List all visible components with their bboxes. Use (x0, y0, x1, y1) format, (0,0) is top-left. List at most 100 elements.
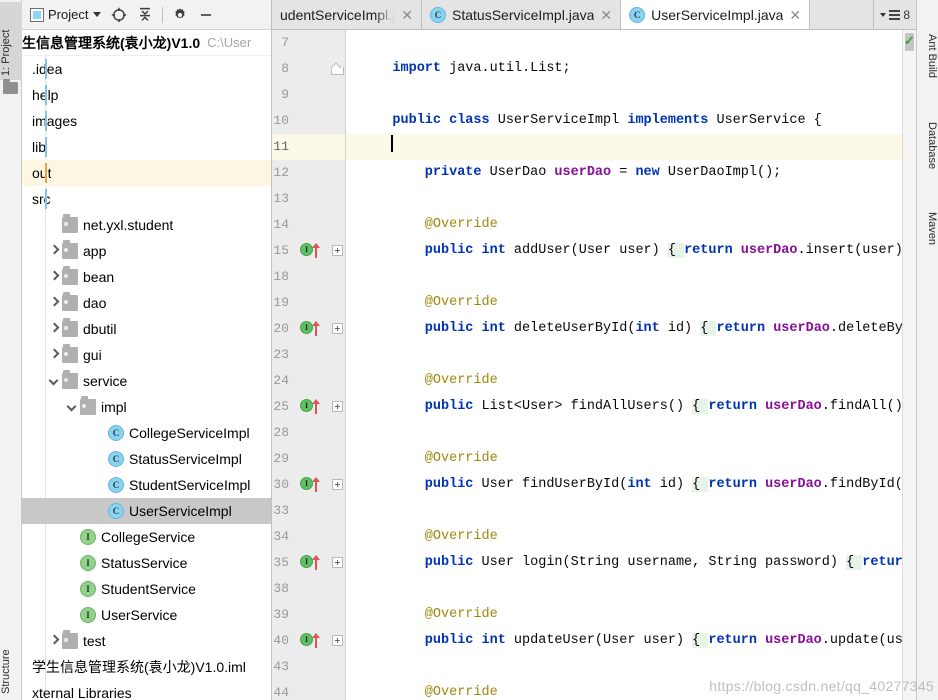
editor-tab-statusserviceimpl[interactable]: C StatusServiceImpl.java ✕ (422, 0, 622, 29)
tree-item-src[interactable]: src (22, 186, 271, 212)
gutter-row[interactable]: 7 (272, 30, 345, 56)
chevron-right-icon[interactable] (48, 270, 62, 284)
tree-item-idea[interactable]: .idea (22, 56, 271, 82)
gutter-row[interactable]: 19 (272, 290, 345, 316)
editor-gutter[interactable]: 7 8 9 10 11 12 13 14 15 I 18 19 20 I 23 24 25 I 28 29 30 I 33 3… (272, 30, 346, 700)
code-line[interactable] (346, 82, 902, 108)
code-line[interactable]: public int addUser(User user) { return u… (346, 238, 902, 264)
code-line[interactable]: @Override (346, 290, 902, 316)
chevron-down-icon[interactable] (48, 374, 62, 388)
code-line[interactable]: public List<User> findAllUsers() { retur… (346, 394, 902, 420)
tool-tab-structure[interactable]: Structure (0, 628, 22, 698)
gutter-row[interactable]: 28 (272, 420, 345, 446)
tree-item-statusservice[interactable]: I StatusService (22, 550, 271, 576)
gutter-row[interactable]: 14 (272, 212, 345, 238)
gutter-row[interactable]: 25 I (272, 394, 345, 420)
code-line[interactable] (346, 420, 902, 446)
gutter-row[interactable]: 35 I (272, 550, 345, 576)
tree-item-dao[interactable]: dao (22, 290, 271, 316)
tool-tab-maven[interactable]: Maven (916, 208, 938, 249)
fold-expand-icon[interactable] (332, 401, 343, 412)
tree-item-studentservice[interactable]: I StudentService (22, 576, 271, 602)
inspection-ok-icon[interactable]: ✓ (904, 34, 916, 47)
gutter-row[interactable]: 12 (272, 160, 345, 186)
override-arrow-icon[interactable] (312, 475, 321, 492)
code-line[interactable]: private UserDao userDao = new UserDaoImp… (346, 160, 902, 186)
tree-item-v1-0-iml[interactable]: 学生信息管理系统(袁小龙)V1.0.iml (22, 654, 271, 680)
code-line[interactable] (346, 654, 902, 680)
editor-tab-udentserviceimpl[interactable]: udentServiceImpl.java ✕ (272, 0, 422, 29)
gutter-row[interactable]: 24 (272, 368, 345, 394)
tree-item-collegeservice[interactable]: I CollegeService (22, 524, 271, 550)
tree-item-dbutil[interactable]: dbutil (22, 316, 271, 342)
code-area[interactable]: import java.util.List; public class UserS… (346, 30, 902, 700)
gutter-row[interactable]: 29 (272, 446, 345, 472)
gutter-row[interactable]: 10 (272, 108, 345, 134)
gutter-row[interactable]: 9 (272, 82, 345, 108)
override-arrow-icon[interactable] (312, 241, 321, 258)
project-view-selector[interactable]: Project (26, 5, 105, 24)
close-icon[interactable]: ✕ (600, 8, 612, 22)
code-line[interactable] (346, 264, 902, 290)
fold-expand-icon[interactable] (332, 245, 343, 256)
chevron-right-icon[interactable] (48, 244, 62, 258)
editor-marker-rail[interactable]: ✓ (902, 30, 916, 700)
code-line[interactable]: @Override (346, 524, 902, 550)
override-arrow-icon[interactable] (312, 397, 321, 414)
minimize-icon[interactable] (194, 3, 218, 27)
override-arrow-icon[interactable] (312, 631, 321, 648)
chevron-down-icon[interactable] (66, 400, 80, 414)
gutter-row[interactable]: 33 (272, 498, 345, 524)
override-arrow-icon[interactable] (312, 553, 321, 570)
project-root-row[interactable]: 生信息管理系统(袁小龙)V1.0 C:\User (22, 30, 271, 56)
tree-item-gui[interactable]: gui (22, 342, 271, 368)
tree-item-bean[interactable]: bean (22, 264, 271, 290)
code-line[interactable]: @Override (346, 212, 902, 238)
tree-item-userservice[interactable]: I UserService (22, 602, 271, 628)
gutter-row[interactable]: 11 (272, 134, 345, 160)
close-icon[interactable]: ✕ (401, 8, 413, 22)
chevron-right-icon[interactable] (48, 634, 62, 648)
tree-item-images[interactable]: images (22, 108, 271, 134)
close-icon[interactable]: ✕ (789, 8, 801, 22)
tree-item-lib[interactable]: lib (22, 134, 271, 160)
code-line[interactable]: @Override (346, 446, 902, 472)
gutter-row[interactable]: 44 (272, 680, 345, 700)
tool-tab-project[interactable]: 1: Project (0, 2, 22, 80)
code-line[interactable] (346, 498, 902, 524)
project-tree[interactable]: .idea help images lib out src net.yxl.student a… (22, 56, 271, 700)
code-line[interactable] (346, 30, 902, 56)
tab-list-overflow-button[interactable]: 8 (873, 0, 916, 29)
chevron-right-icon[interactable] (48, 348, 62, 362)
code-line[interactable]: @Override (346, 602, 902, 628)
tree-item-impl[interactable]: impl (22, 394, 271, 420)
gutter-row[interactable]: 18 (272, 264, 345, 290)
collapse-all-icon[interactable] (133, 3, 157, 27)
code-line[interactable]: import java.util.List; (346, 56, 902, 82)
fold-expand-icon[interactable] (332, 557, 343, 568)
gutter-row[interactable]: 15 I (272, 238, 345, 264)
chevron-right-icon[interactable] (48, 296, 62, 310)
tree-item-app[interactable]: app (22, 238, 271, 264)
gutter-row[interactable]: 43 (272, 654, 345, 680)
tree-item-net-yxl-student[interactable]: net.yxl.student (22, 212, 271, 238)
tree-item-help[interactable]: help (22, 82, 271, 108)
code-line[interactable] (346, 342, 902, 368)
code-line[interactable]: public User login(String username, Strin… (346, 550, 902, 576)
code-line[interactable]: public User findUserById(int id) { retur… (346, 472, 902, 498)
gutter-row[interactable]: 39 (272, 602, 345, 628)
fold-expand-icon[interactable] (332, 479, 343, 490)
editor-tab-userserviceimpl[interactable]: C UserServiceImpl.java ✕ (621, 0, 811, 29)
gutter-row[interactable]: 23 (272, 342, 345, 368)
code-line[interactable]: public int updateUser(User user) { retur… (346, 628, 902, 654)
gutter-row[interactable]: 38 (272, 576, 345, 602)
gutter-row[interactable]: 30 I (272, 472, 345, 498)
tool-tab-ant-build[interactable]: Ant Build (916, 30, 938, 82)
tool-tab-database[interactable]: Database (916, 118, 938, 173)
gutter-row[interactable]: 20 I (272, 316, 345, 342)
fold-expand-icon[interactable] (332, 323, 343, 334)
tree-item-test[interactable]: test (22, 628, 271, 654)
code-line[interactable]: public class UserServiceImpl implements … (346, 108, 902, 134)
gear-icon[interactable] (168, 3, 192, 27)
tree-item-xternal-libraries[interactable]: xternal Libraries (22, 680, 271, 700)
